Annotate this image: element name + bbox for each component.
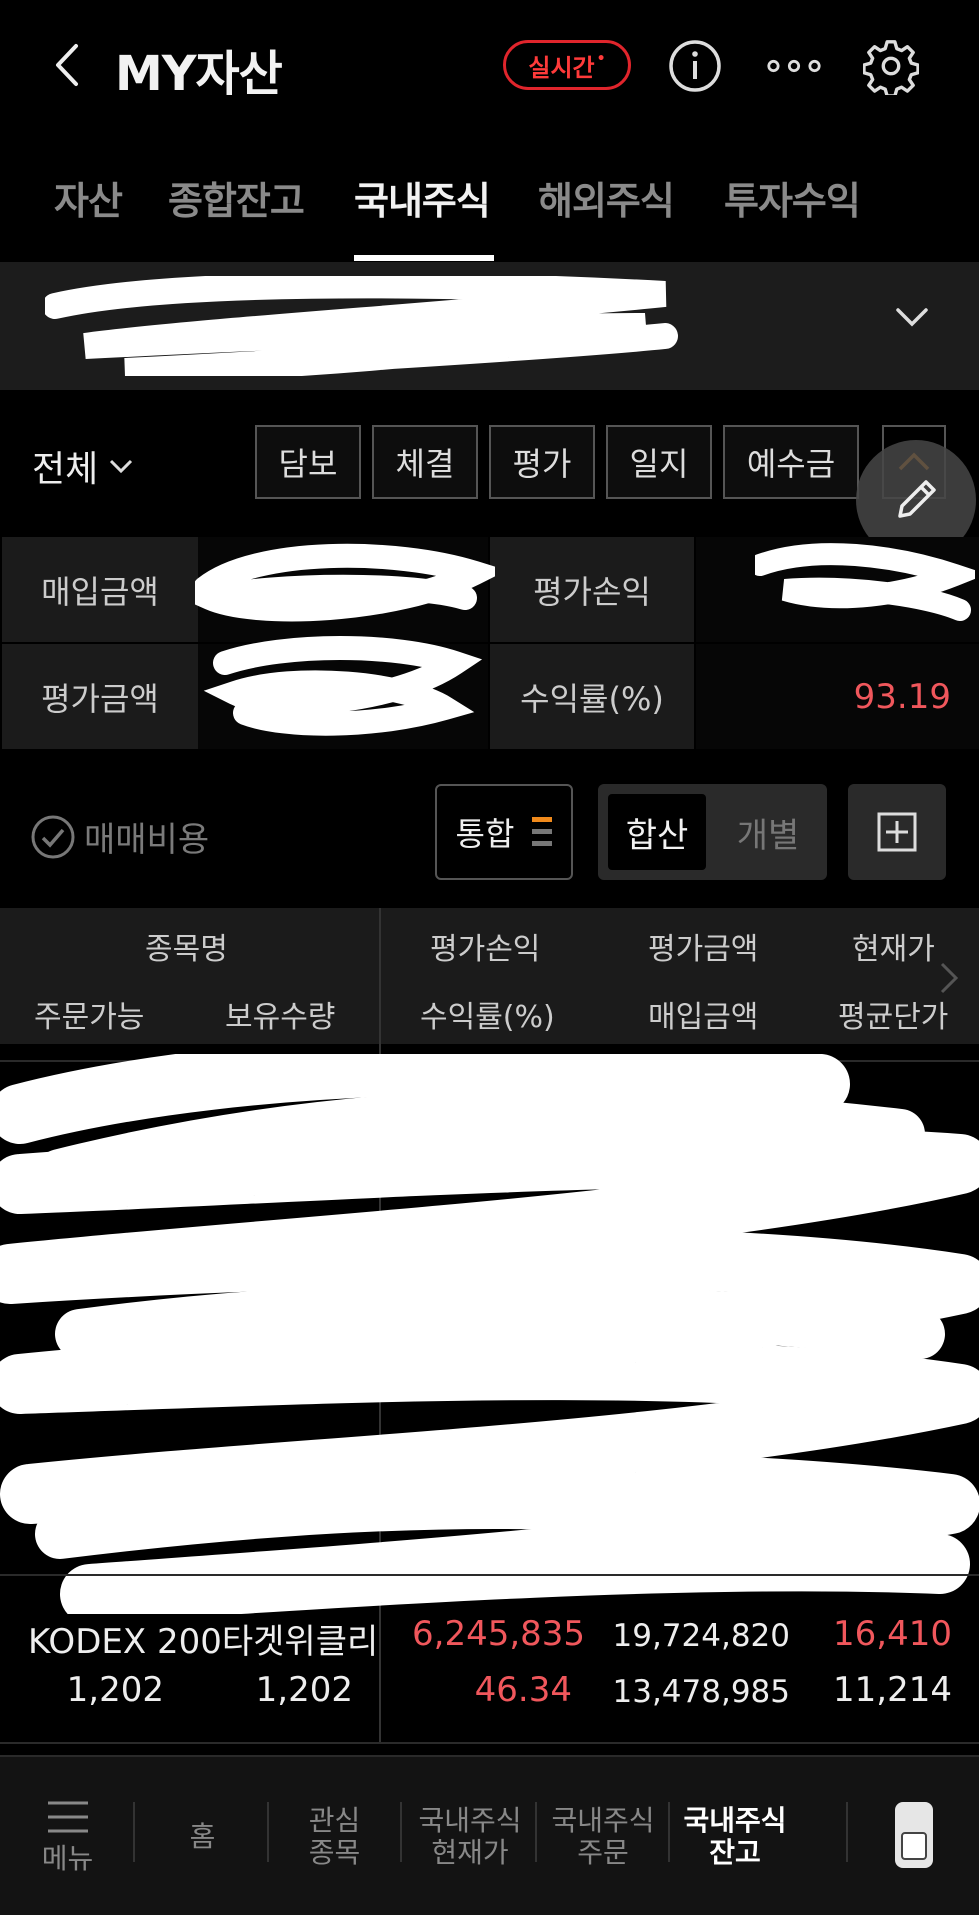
- combined-label: 통합: [455, 815, 515, 853]
- redaction-scribble: [195, 543, 495, 736]
- row-eval-amount: 19,724,820: [612, 1618, 791, 1654]
- tab-domestic-stocks[interactable]: 국내주식: [354, 170, 491, 225]
- th-return-pct: 수익률(%): [420, 1000, 555, 1035]
- more-icon[interactable]: [766, 38, 822, 94]
- nav-divider: [846, 1802, 848, 1862]
- nav-home[interactable]: 홈: [140, 1757, 265, 1915]
- nav-label: 국내주식: [683, 1803, 787, 1837]
- back-arrow-icon[interactable]: [48, 40, 88, 90]
- nav-divider: [400, 1802, 402, 1862]
- th-quantity: 보유수량: [225, 1000, 336, 1035]
- summary-grid: 매입금액 평가손익 평가금액 수익률(%) 93.19: [0, 535, 979, 750]
- th-purchase-amount: 매입금액: [648, 1000, 759, 1035]
- row-pnl: 6,245,835: [412, 1614, 586, 1654]
- row-divider: [0, 1574, 979, 1576]
- trading-fee-toggle[interactable]: 매매비용: [30, 812, 209, 861]
- menu-button[interactable]: 메뉴: [20, 1757, 115, 1915]
- row-orderable: 1,202: [66, 1670, 164, 1710]
- app-header: MY자산 실시간 •: [0, 0, 979, 130]
- redaction-scribble: [45, 276, 678, 376]
- realtime-dot: •: [596, 51, 606, 67]
- bars-icon: [532, 817, 553, 846]
- row-purchase-amount: 13,478,985: [612, 1674, 791, 1710]
- chevron-down-icon: [110, 459, 133, 474]
- page-title: MY자산: [115, 46, 283, 102]
- nav-domestic-balance[interactable]: 국내주식 잔고: [670, 1757, 800, 1915]
- nav-divider: [133, 1802, 135, 1862]
- nav-label: 현재가: [431, 1836, 509, 1869]
- th-pnl: 평가손익: [430, 932, 541, 967]
- chevron-right-icon[interactable]: [938, 960, 960, 996]
- tab-total-balance[interactable]: 종합잔고: [168, 170, 305, 225]
- row-quantity: 1,202: [255, 1670, 353, 1710]
- tab-overseas-stocks[interactable]: 해외주식: [538, 170, 675, 225]
- th-eval-amount: 평가금액: [648, 932, 759, 967]
- gear-icon[interactable]: [863, 38, 919, 95]
- th-current-price: 현재가: [852, 932, 935, 967]
- row-return-pct: 46.34: [474, 1670, 572, 1710]
- active-tab-indicator: [354, 255, 494, 261]
- row-current-price: 16,410: [833, 1614, 952, 1654]
- combined-dropdown[interactable]: 통합: [435, 784, 573, 880]
- trading-fee-label: 매매비용: [84, 820, 210, 860]
- realtime-badge[interactable]: 실시간 •: [503, 40, 631, 90]
- hamburger-icon: [47, 1801, 88, 1833]
- bottom-nav: 메뉴 홈 관심 종목 국내주식 현재가 국내주식 주문 국내주식 잔고: [0, 1755, 979, 1915]
- th-orderable: 주문가능: [34, 1000, 145, 1035]
- purchase-amount-label: 매입금액: [2, 537, 198, 642]
- nav-label: 관심: [308, 1803, 361, 1837]
- phone-toggle-icon[interactable]: [895, 1802, 933, 1868]
- holdings-table-header: 종목명 평가손익 평가금액 현재가 주문가능 보유수량 수익률(%) 매입금액 …: [0, 908, 979, 1044]
- nav-divider: [535, 1802, 537, 1862]
- redaction-scribble: [0, 1054, 979, 1614]
- realtime-label: 실시간: [528, 53, 595, 82]
- nav-watchlist[interactable]: 관심 종목: [272, 1757, 397, 1915]
- nav-label: 잔고: [709, 1836, 761, 1869]
- row-divider: [0, 1742, 979, 1744]
- add-column-button[interactable]: [848, 784, 946, 880]
- info-icon[interactable]: [667, 38, 723, 94]
- nav-label: 홈: [189, 1819, 216, 1853]
- nav-label: 국내주식: [418, 1803, 522, 1837]
- main-tabs: 자산 종합잔고 국내주식 해외주식 투자수익: [0, 160, 979, 261]
- menu-label: 메뉴: [41, 1841, 94, 1875]
- collateral-button[interactable]: 담보: [255, 425, 361, 499]
- nav-label: 주문: [577, 1836, 629, 1869]
- row-avg-price: 11,214: [833, 1670, 952, 1710]
- sum-individual-toggle: 합산 개별: [598, 784, 827, 880]
- th-avg-price: 평균단가: [838, 1000, 949, 1035]
- pnl-label: 평가손익: [490, 537, 694, 642]
- redaction-scribble: [755, 543, 975, 621]
- return-rate-value: 93.19: [696, 644, 979, 749]
- return-rate-label: 수익률(%): [490, 644, 694, 749]
- column-divider: [379, 908, 381, 1044]
- seg-sum[interactable]: 합산: [608, 794, 706, 870]
- deposit-button[interactable]: 예수금: [723, 425, 859, 499]
- valuation-button[interactable]: 평가: [489, 425, 595, 499]
- tab-assets[interactable]: 자산: [54, 170, 123, 225]
- nav-divider: [267, 1802, 269, 1862]
- th-stock-name: 종목명: [145, 932, 228, 967]
- seg-individual[interactable]: 개별: [718, 794, 818, 870]
- nav-label: 종목: [308, 1836, 361, 1869]
- journal-button[interactable]: 일지: [606, 425, 712, 499]
- scope-dropdown[interactable]: 전체: [32, 440, 134, 492]
- eval-amount-label: 평가금액: [2, 644, 198, 749]
- scope-label: 전체: [32, 449, 99, 490]
- holdings-table-body: KODEX 200타겟위클리 6,245,835 19,724,820 16,4…: [0, 1044, 979, 1744]
- stock-name: KODEX 200타겟위클리: [28, 1622, 378, 1662]
- nav-label: 국내주식: [551, 1803, 655, 1837]
- chevron-down-icon[interactable]: [895, 306, 929, 332]
- account-selector[interactable]: [0, 262, 979, 390]
- nav-domestic-order[interactable]: 국내주식 주문: [538, 1757, 668, 1915]
- check-circle-icon: [31, 815, 75, 858]
- nav-domestic-quote[interactable]: 국내주식 현재가: [405, 1757, 535, 1915]
- plus-box-icon: [877, 812, 917, 852]
- executions-button[interactable]: 체결: [372, 425, 478, 499]
- tab-investment-returns[interactable]: 투자수익: [724, 170, 861, 225]
